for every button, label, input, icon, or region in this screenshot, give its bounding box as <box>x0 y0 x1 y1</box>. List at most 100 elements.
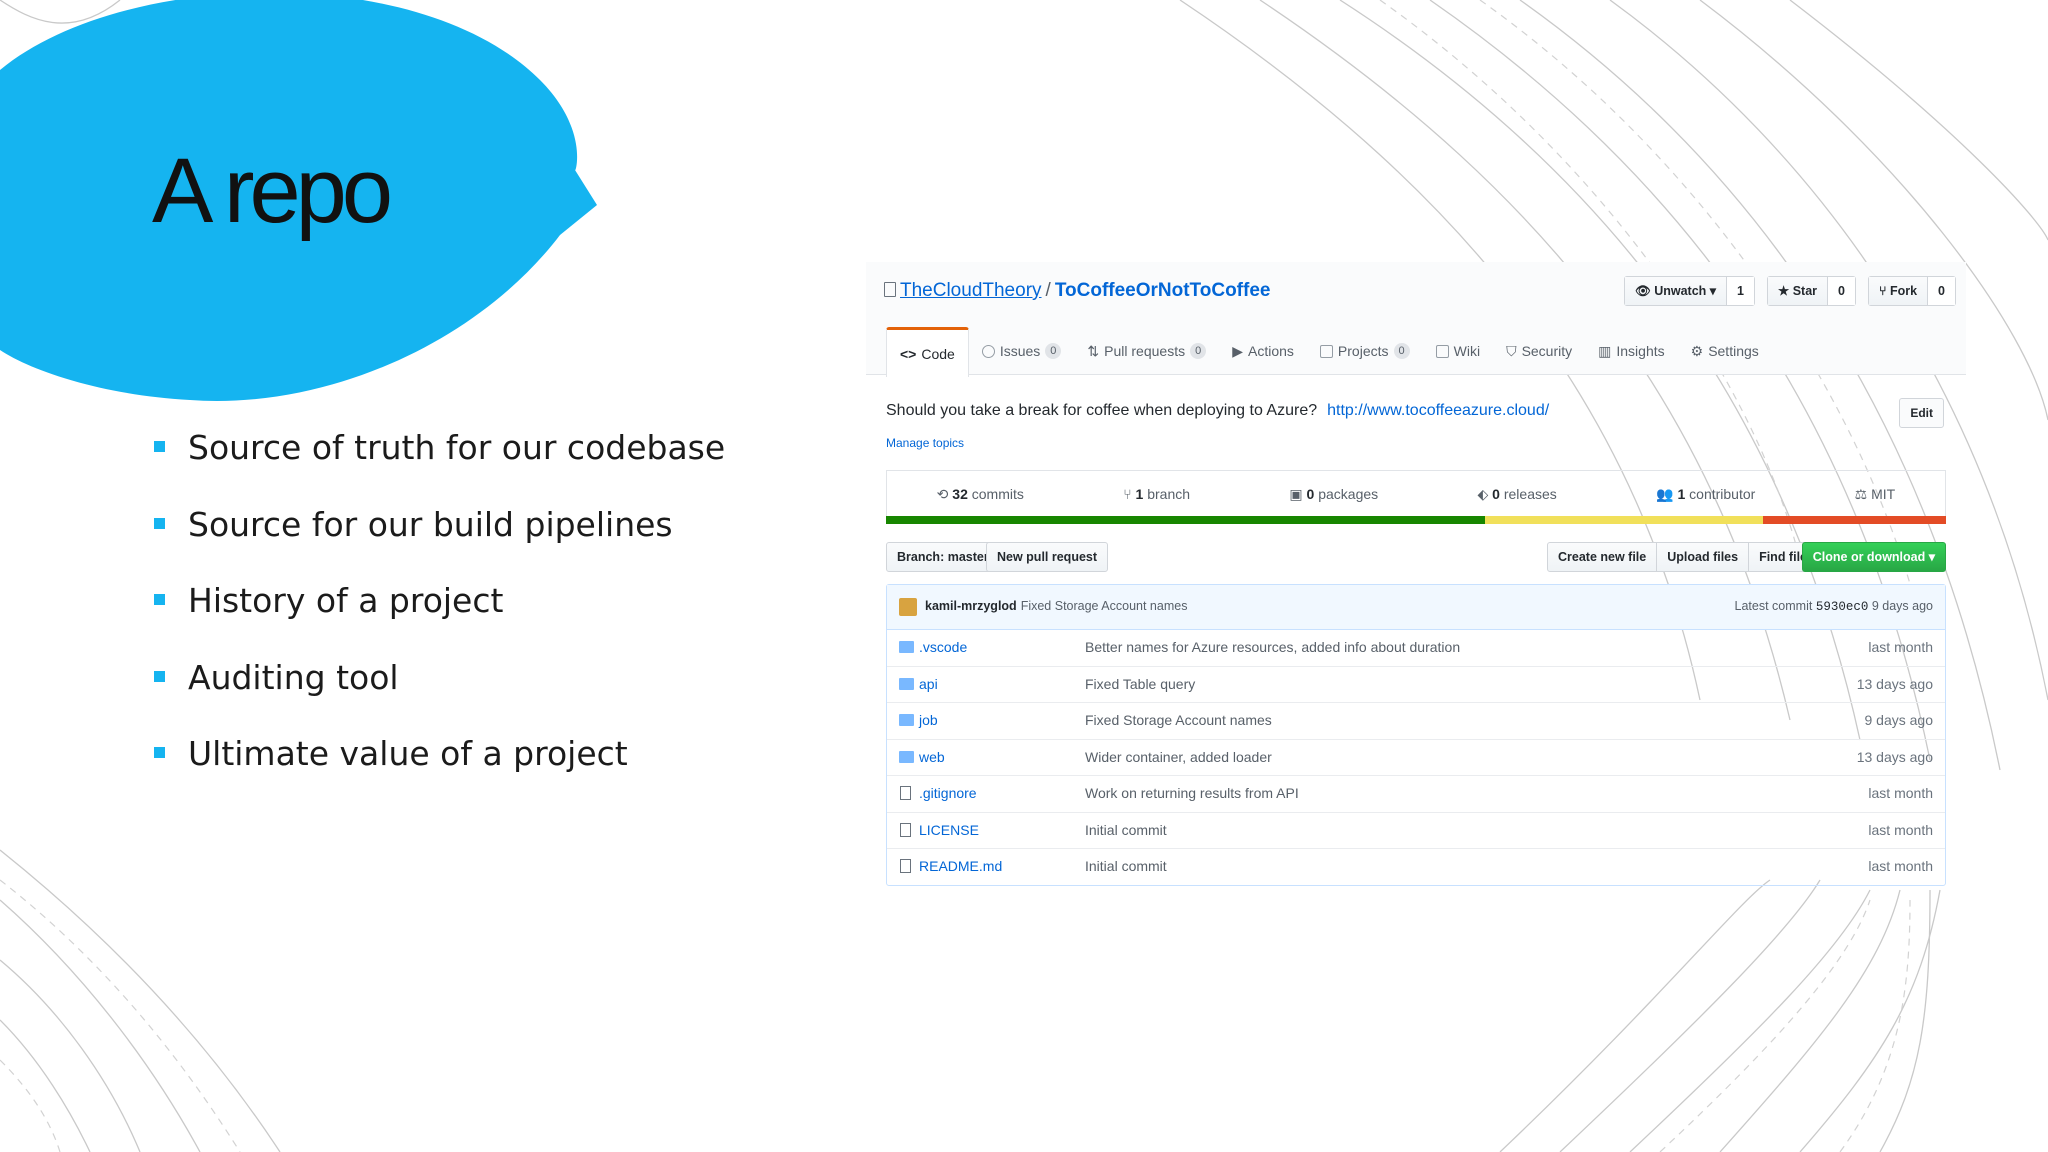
tab-insights[interactable]: ▥ Insights <box>1585 327 1677 375</box>
file-commit-message[interactable]: Work on returning results from API <box>1085 785 1299 801</box>
packages-link[interactable]: ▣ 0 packages <box>1289 486 1378 503</box>
file-row[interactable]: job Fixed Storage Account names 9 days ago <box>887 702 1945 739</box>
branches-link[interactable]: ⑂ 1 branch <box>1123 486 1190 502</box>
file-toolbar: Branch: master ▾ New pull request Create… <box>886 542 1946 572</box>
tab-security[interactable]: ⛉ Security <box>1493 327 1585 375</box>
license-label: MIT <box>1871 485 1896 502</box>
edit-button[interactable]: Edit <box>1899 398 1944 428</box>
repo-separator: / <box>1045 280 1051 301</box>
bullet-square-icon <box>154 441 165 452</box>
contributors-link[interactable]: 👥 1 contributor <box>1656 486 1755 503</box>
bullet-item: Source for our build pipelines <box>150 499 725 576</box>
unwatch-label: Unwatch ▾ <box>1654 284 1717 298</box>
tab-projects[interactable]: Projects 0 <box>1307 327 1423 375</box>
file-row[interactable]: web Wider container, added loader 13 days … <box>887 738 1945 776</box>
gear-icon: ⚙ <box>1690 343 1704 359</box>
commit-message[interactable]: Fixed Storage Account names <box>1021 599 1188 613</box>
file-name-link[interactable]: api <box>919 676 938 692</box>
language-bar-segment[interactable] <box>1762 516 1946 524</box>
tab-code[interactable]: <> Code <box>886 327 969 377</box>
repo-tabs: <> Code Issues 0 ⇅ Pull requests 0 ▶ Actions … <box>886 327 1772 377</box>
tab-counter: 0 <box>1190 343 1207 359</box>
file-name-link[interactable]: job <box>919 712 938 728</box>
clone-download-button[interactable]: Clone or download ▾ <box>1801 542 1946 572</box>
star-icon: ★ <box>1778 284 1793 298</box>
file-commit-message[interactable]: Fixed Table query <box>1085 676 1195 692</box>
file-name-link[interactable]: README.md <box>919 858 1002 874</box>
file-commit-message[interactable]: Better names for Azure resources, added … <box>1085 639 1460 655</box>
bullet-square-icon <box>154 517 165 529</box>
commit-sha-link[interactable]: 5930ec0 <box>1816 600 1869 614</box>
graph-icon: ▥ <box>1598 343 1612 359</box>
repo-owner-link[interactable]: TheCloudTheory <box>900 280 1042 301</box>
eye-icon: 👁 <box>1634 284 1655 298</box>
new-pull-request-button[interactable]: New pull request <box>986 542 1109 572</box>
unwatch-button[interactable]: 👁 Unwatch ▾ <box>1624 277 1727 305</box>
author-avatar[interactable] <box>899 598 917 616</box>
star-button[interactable]: ★ Star <box>1768 277 1828 305</box>
commits-label: commits <box>971 485 1024 502</box>
forks-count[interactable]: 0 <box>1927 277 1955 305</box>
contributors-count: 1 <box>1677 485 1686 502</box>
file-name-link[interactable]: .vscode <box>919 639 967 655</box>
file-commit-message[interactable]: Wider container, added loader <box>1085 749 1272 765</box>
language-bar-segment[interactable] <box>1484 516 1763 524</box>
bullet-item: Source of truth for our codebase <box>150 422 725 499</box>
file-row[interactable]: .gitignore Work on returning results from… <box>887 775 1945 812</box>
tab-settings[interactable]: ⚙ Settings <box>1678 327 1772 375</box>
license-link[interactable]: ⚖ MIT <box>1855 486 1896 503</box>
latest-commit-info: Latest commit 5930ec0 9 days ago <box>1735 599 1933 614</box>
bullet-text: Ultimate value of a project <box>188 734 628 773</box>
file-icon <box>900 786 911 800</box>
repo-name-link[interactable]: ToCoffeeOrNotToCoffee <box>1055 280 1271 301</box>
language-bar[interactable] <box>886 516 1946 524</box>
history-icon: ⟲ <box>936 485 953 502</box>
repo-description-text: Should you take a break for coffee when … <box>886 402 1318 419</box>
folder-icon <box>899 641 914 653</box>
file-commit-message[interactable]: Fixed Storage Account names <box>1085 712 1272 728</box>
tab-wiki[interactable]: Wiki <box>1423 327 1493 375</box>
fork-icon: ⑂ <box>1878 284 1890 298</box>
file-row[interactable]: .vscode Better names for Azure resources,… <box>887 630 1945 666</box>
shield-icon: ⛉ <box>1506 343 1517 359</box>
file-age: last month <box>1868 858 1933 874</box>
manage-topics-link[interactable]: Manage topics <box>886 436 964 450</box>
repo-website-link[interactable]: http://www.tocoffeeazure.cloud/ <box>1327 402 1549 419</box>
file-row[interactable]: api Fixed Table query 13 days ago <box>887 665 1945 703</box>
project-icon <box>1319 344 1333 358</box>
tab-label: Actions <box>1248 343 1294 359</box>
file-icon <box>900 822 911 837</box>
slide-title: A repo <box>152 140 393 242</box>
watchers-count[interactable]: 1 <box>1726 277 1754 305</box>
file-age: 13 days ago <box>1856 675 1933 692</box>
author-link[interactable]: kamil-mrzyglod <box>925 599 1017 613</box>
file-name-link[interactable]: .gitignore <box>919 785 977 801</box>
file-commit-message[interactable]: Initial commit <box>1085 822 1167 838</box>
book-icon <box>1435 344 1449 358</box>
tab-label: Issues <box>999 343 1041 359</box>
tab-issues[interactable]: Issues 0 <box>969 327 1075 375</box>
fork-button[interactable]: ⑂ Fork <box>1868 277 1928 305</box>
commits-link[interactable]: ⟲ 32 commits <box>937 486 1024 503</box>
branches-label: branch <box>1147 486 1191 502</box>
language-bar-segment[interactable] <box>886 516 1485 524</box>
bullet-text: History of a project <box>188 581 504 620</box>
file-name-link[interactable]: LICENSE <box>919 822 979 838</box>
tab-actions[interactable]: ▶ Actions <box>1219 327 1307 375</box>
tab-pull-requests[interactable]: ⇅ Pull requests 0 <box>1074 327 1219 375</box>
tag-icon: ⬖ <box>1477 485 1493 502</box>
file-row[interactable]: README.md Initial commit last month <box>887 848 1945 885</box>
packages-label: packages <box>1318 485 1379 502</box>
file-commit-message[interactable]: Initial commit <box>1085 858 1167 874</box>
file-name-link[interactable]: web <box>919 749 945 765</box>
repo-book-icon <box>884 282 896 297</box>
repo-title: TheCloudTheory / ToCoffeeOrNotToCoffee <box>884 280 1270 302</box>
upload-files-button[interactable]: Upload files <box>1656 543 1748 571</box>
bullet-square-icon <box>154 594 165 605</box>
latest-commit-bar: kamil-mrzyglod Fixed Storage Account name… <box>887 585 1945 630</box>
file-row[interactable]: LICENSE Initial commit last month <box>887 811 1945 849</box>
releases-link[interactable]: ⬖ 0 releases <box>1478 486 1557 503</box>
create-new-file-button[interactable]: Create new file <box>1548 543 1656 571</box>
stars-count[interactable]: 0 <box>1827 277 1855 305</box>
file-age: last month <box>1868 639 1933 655</box>
